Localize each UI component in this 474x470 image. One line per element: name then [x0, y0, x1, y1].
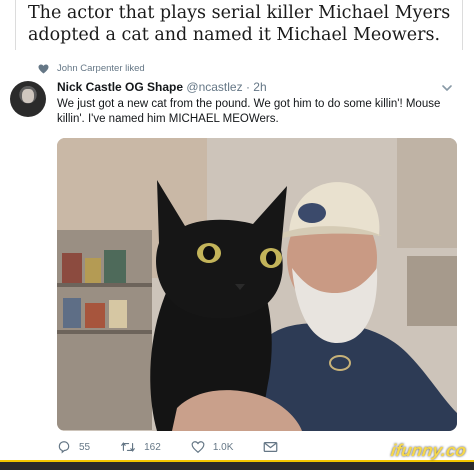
photo-illustration: [57, 138, 457, 431]
footer-bar: [0, 460, 474, 470]
tweet-actions: 55 162 1.0K: [57, 440, 308, 454]
like-icon: [191, 441, 205, 454]
meme-caption: The actor that plays serial killer Micha…: [0, 0, 474, 50]
user-handle[interactable]: @ncastlez: [186, 80, 242, 94]
tweet-card: John Carpenter liked Nick Castle OG Shap…: [0, 55, 474, 460]
separator-dot: ·: [245, 80, 250, 94]
liked-by-label[interactable]: John Carpenter liked: [57, 63, 145, 74]
avatar-face: [22, 89, 34, 103]
caption-border-right: [462, 0, 463, 50]
reply-icon: [58, 441, 70, 454]
like-count: 1.0K: [212, 441, 234, 453]
message-action[interactable]: [263, 441, 278, 453]
caption-border-left: [15, 0, 16, 50]
tweet-text: We just got a new cat from the pound. We…: [57, 98, 441, 125]
tweet-timestamp[interactable]: 2h: [253, 80, 266, 94]
heart-small-icon: [38, 63, 49, 74]
chevron-down-icon[interactable]: [441, 82, 453, 94]
retweet-icon: [121, 442, 135, 452]
retweet-count: 162: [144, 441, 161, 453]
liked-by-row: John Carpenter liked: [38, 63, 145, 74]
reply-count: 55: [79, 441, 91, 453]
tweet-header: Nick Castle OG Shape @ncastlez · 2h: [57, 80, 267, 94]
caption-text: The actor that plays serial killer Micha…: [28, 3, 451, 45]
like-action[interactable]: 1.0K: [191, 440, 234, 454]
display-name[interactable]: Nick Castle OG Shape: [57, 80, 183, 94]
retweet-action[interactable]: 162: [120, 440, 161, 454]
ifunny-watermark: ifunny.co: [389, 441, 468, 460]
avatar[interactable]: [10, 81, 46, 117]
reply-action[interactable]: 55: [57, 440, 90, 454]
message-icon: [264, 442, 278, 452]
tweet-photo[interactable]: [57, 138, 457, 431]
